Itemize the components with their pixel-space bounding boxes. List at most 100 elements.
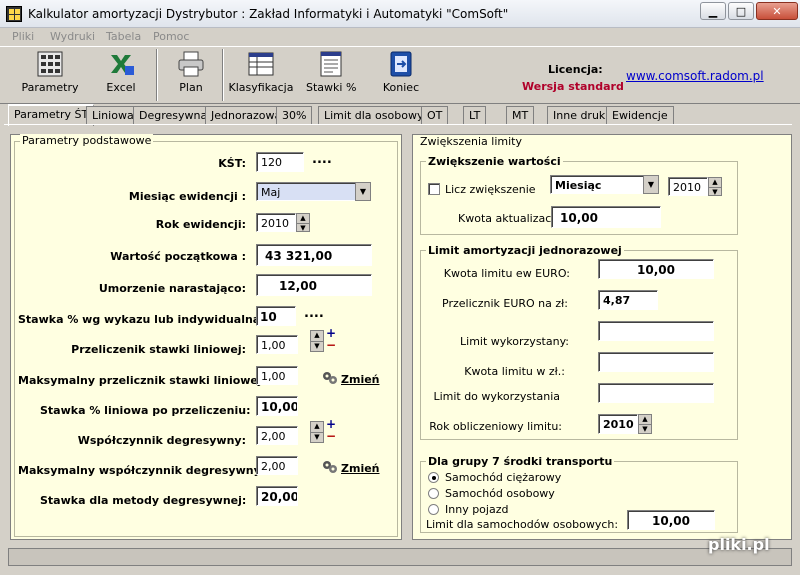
klasyfikacja-button[interactable]: Klasyfikacja xyxy=(228,49,294,101)
license-value: Wersja standard xyxy=(522,80,624,93)
chevron-down-icon: ▼ xyxy=(359,187,367,196)
arrow-down-icon: ▼ xyxy=(712,187,718,196)
linear-factor-label: Przeliczenik stawki liniowej: xyxy=(71,343,246,356)
used-limit-input[interactable] xyxy=(598,321,714,341)
basic-params-title: Parametry podstawowe xyxy=(20,134,154,147)
minimize-button[interactable]: ▁ xyxy=(700,2,726,20)
month-dropdown-button[interactable]: ▼ xyxy=(355,182,371,201)
status-bar xyxy=(8,548,792,566)
degressive-rate-input[interactable]: 20,00 xyxy=(256,486,298,506)
radio-truck-label: Samochód ciężarowy xyxy=(445,471,562,484)
minus-icon: − xyxy=(326,429,337,443)
tab-lt[interactable]: LT xyxy=(463,106,487,124)
window-title: Kalkulator amortyzacji Dystrybutor : Zak… xyxy=(28,7,509,21)
max-degressive-label: Maksymalny współczynnik degresywny : xyxy=(18,464,269,477)
pln-limit-input[interactable] xyxy=(598,352,714,372)
tab-liniowa[interactable]: Liniowa xyxy=(86,106,140,124)
linear-after-input[interactable]: 10,00 xyxy=(256,396,298,416)
kst-dots: .... xyxy=(312,152,332,167)
period-dropdown-button[interactable]: ▼ xyxy=(643,175,659,194)
arrow-up-icon: ▲ xyxy=(639,415,651,425)
amount-label: Kwota aktualizacji xyxy=(458,212,558,225)
kst-label: KŚT: xyxy=(218,157,246,170)
kst-input[interactable]: 120 xyxy=(256,152,304,172)
remaining-limit-input[interactable] xyxy=(598,383,714,403)
year-input[interactable]: 2010 xyxy=(256,213,296,232)
printer-icon xyxy=(178,51,204,77)
degressive-label: Współczynnik degresywny: xyxy=(77,434,246,447)
menu-tabela[interactable]: Tabela xyxy=(106,30,141,43)
arrow-down-icon: ▼ xyxy=(300,223,306,232)
used-limit-label: Limit wykorzystany: xyxy=(460,335,569,348)
toolbar-separator xyxy=(156,49,158,101)
radio-car[interactable] xyxy=(428,488,439,499)
menu-pliki[interactable]: Pliki xyxy=(12,30,34,43)
stawki-label: Stawki % xyxy=(306,81,357,94)
euro-rate-input[interactable]: 4,87 xyxy=(598,290,658,310)
rate-label: Stawka % wg wykazu lub indywidualna: xyxy=(18,313,265,326)
increase-checkbox[interactable] xyxy=(428,183,440,195)
tab-jednorazowa[interactable]: Jednorazowa xyxy=(205,106,288,124)
menu-pomoc[interactable]: Pomoc xyxy=(153,30,189,43)
arrow-up-icon: ▲ xyxy=(311,422,323,433)
pln-limit-label: Kwota limitu w zł.: xyxy=(464,365,565,378)
linear-factor-input[interactable]: 1,00 xyxy=(256,335,298,354)
max-linear-input[interactable]: 1,00 xyxy=(256,366,298,385)
change-linear-button[interactable]: Zmień xyxy=(341,373,380,386)
minus-icon: − xyxy=(326,338,337,352)
depreciation-input[interactable]: 12,00 xyxy=(256,274,372,296)
arrow-up-icon: ▲ xyxy=(297,214,309,224)
maximize-icon: □ xyxy=(735,5,747,18)
tab-mt[interactable]: MT xyxy=(506,106,535,124)
degressive-spinner[interactable]: ▲ ▼ xyxy=(310,421,324,443)
max-degressive-input[interactable]: 2,00 xyxy=(256,456,298,475)
calculator-icon xyxy=(37,51,63,77)
tab-ot[interactable]: OT xyxy=(421,106,449,124)
degressive-input[interactable]: 2,00 xyxy=(256,426,298,445)
stawki-button[interactable]: Stawki % xyxy=(306,49,356,101)
rate-input[interactable]: 10 xyxy=(256,306,296,326)
exit-door-icon xyxy=(390,51,412,77)
remaining-limit-label: Limit do wykorzystania xyxy=(433,390,560,403)
klasyfikacja-label: Klasyfikacja xyxy=(228,81,294,94)
arrow-up-icon: ▲ xyxy=(709,178,721,188)
close-button[interactable]: ✕ xyxy=(756,2,798,20)
depreciation-label: Umorzenie narastająco: xyxy=(98,282,246,295)
toolbar-separator xyxy=(222,49,224,101)
excel-button[interactable]: Excel xyxy=(96,49,146,101)
plan-button[interactable]: Plan xyxy=(166,49,216,101)
radio-truck[interactable] xyxy=(428,472,439,483)
increase-year-spinner[interactable]: ▲ ▼ xyxy=(708,177,722,196)
amount-input[interactable]: 10,00 xyxy=(551,206,661,228)
koniec-button[interactable]: Koniec xyxy=(376,49,426,101)
website-link[interactable]: www.comsoft.radom.pl xyxy=(626,69,764,83)
parametry-button[interactable]: Parametry xyxy=(20,49,80,101)
limit-year-input[interactable]: 2010 xyxy=(598,414,638,434)
euro-limit-label: Kwota limitu ew EURO: xyxy=(443,267,570,280)
period-select[interactable]: Miesiąc xyxy=(550,175,644,194)
limit-year-spinner[interactable]: ▲ ▼ xyxy=(638,414,652,434)
euro-limit-input[interactable]: 10,00 xyxy=(598,259,714,279)
year-spinner[interactable]: ▲ ▼ xyxy=(296,213,310,232)
car-limit-input[interactable]: 10,00 xyxy=(627,510,715,530)
radio-other[interactable] xyxy=(428,504,439,515)
minimize-icon: ▁ xyxy=(708,5,718,18)
linear-factor-spinner[interactable]: ▲ ▼ xyxy=(310,330,324,352)
initial-value-label: Wartość początkowa : xyxy=(110,250,246,263)
month-select[interactable]: Maj xyxy=(256,182,356,201)
tab-ewidencje[interactable]: Ewidencje xyxy=(606,106,674,124)
increase-year-input[interactable]: 2010 xyxy=(668,177,708,196)
limit-year-label: Rok obliczeniowy limitu: xyxy=(429,420,562,433)
maximize-button[interactable]: □ xyxy=(728,2,754,20)
initial-value-input[interactable]: 43 321,00 xyxy=(256,244,372,266)
tab-30[interactable]: 30% xyxy=(276,106,313,124)
watermark: pliki.pl xyxy=(708,535,770,554)
tab-parametry-st[interactable]: Parametry ŚT xyxy=(8,104,95,126)
linear-after-label: Stawka % liniowa po przeliczeniu: xyxy=(40,404,251,417)
tab-inne-druki[interactable]: Inne druki xyxy=(547,106,615,124)
change-degressive-button[interactable]: Zmień xyxy=(341,462,380,475)
tab-degresywna[interactable]: Degresywna xyxy=(133,106,214,124)
menu-wydruki[interactable]: Wydruki xyxy=(50,30,95,43)
radio-other-label: Inny pojazd xyxy=(445,503,509,516)
euro-rate-label: Przelicznik EURO na zł: xyxy=(442,297,568,310)
